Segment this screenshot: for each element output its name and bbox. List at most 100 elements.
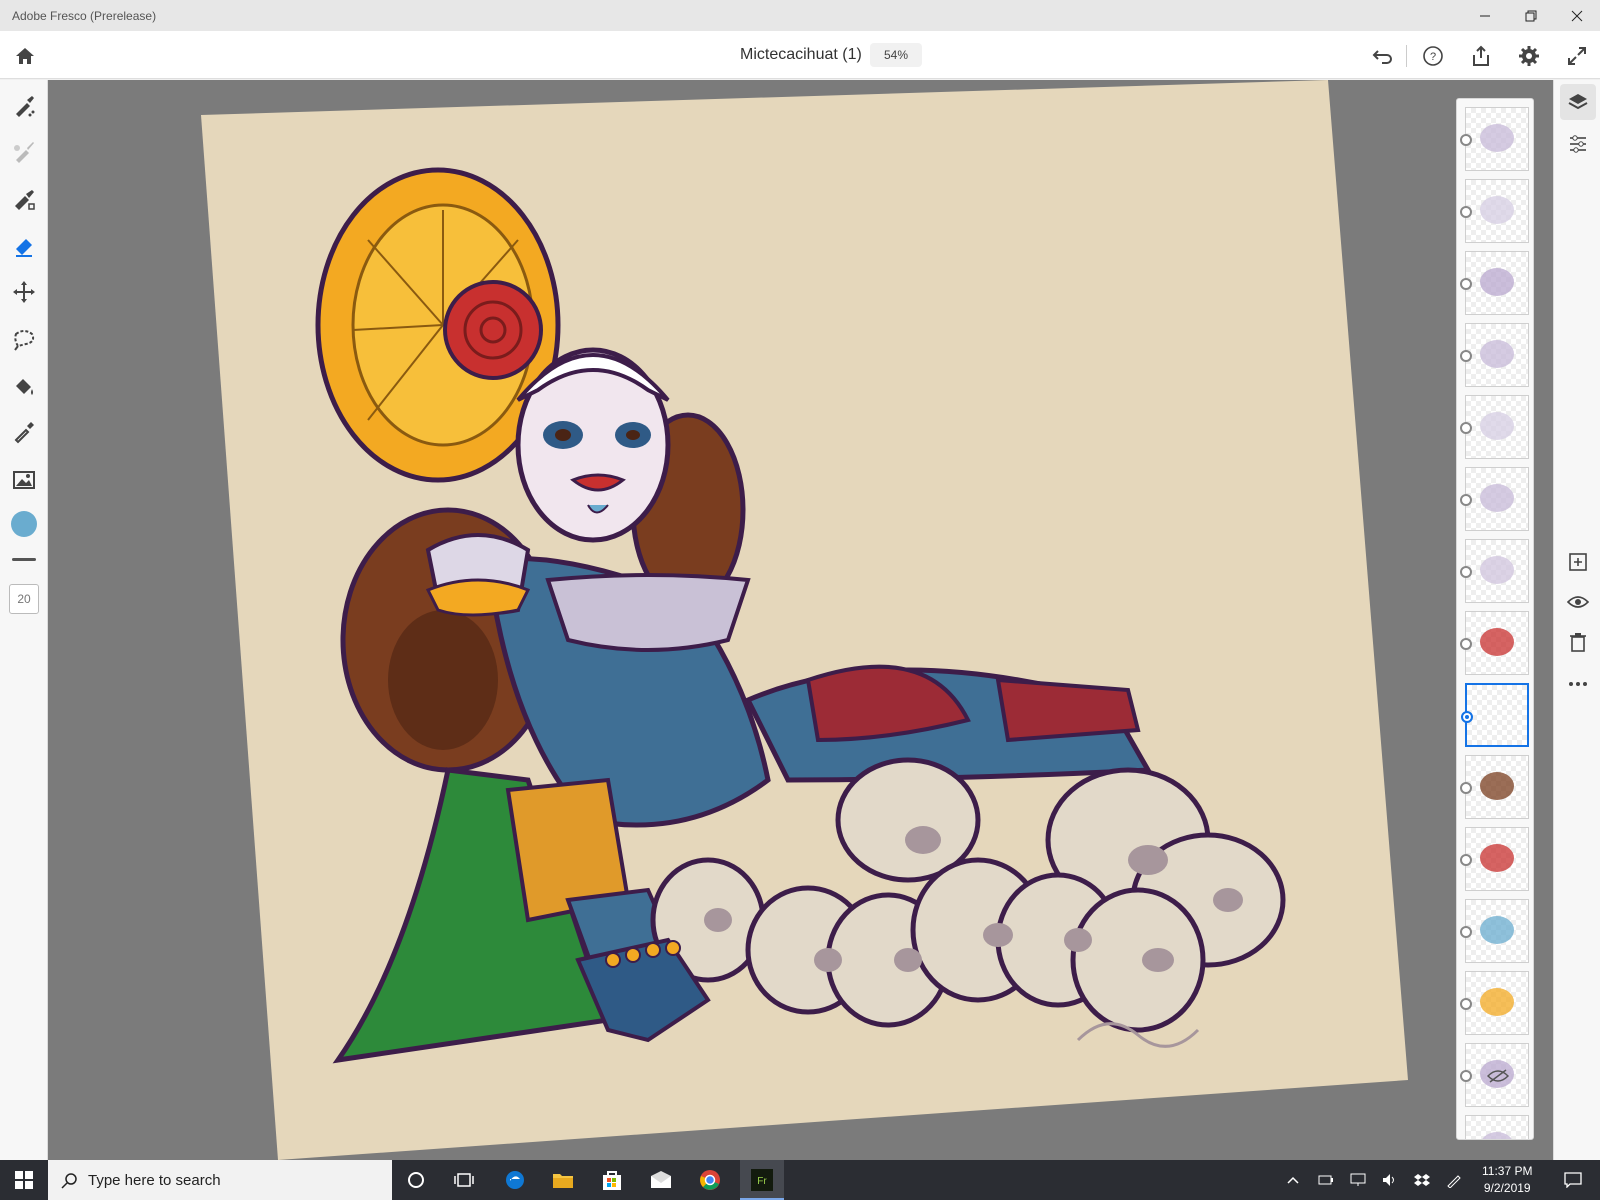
help-icon[interactable]: ? bbox=[1420, 43, 1446, 69]
rose bbox=[443, 280, 543, 380]
layers-icon[interactable] bbox=[1560, 84, 1596, 120]
clock-time: 11:37 PM bbox=[1482, 1164, 1533, 1178]
layer-thumbnail[interactable] bbox=[1460, 107, 1529, 171]
brush-size-field[interactable]: 20 bbox=[9, 584, 39, 614]
vector-brush-icon[interactable] bbox=[8, 184, 40, 216]
layer-thumbnail[interactable] bbox=[1460, 539, 1529, 603]
search-icon bbox=[61, 1173, 77, 1189]
canvas-workspace[interactable] bbox=[48, 80, 1553, 1160]
store-icon[interactable] bbox=[600, 1168, 624, 1192]
color-swatch[interactable] bbox=[8, 508, 40, 540]
layer-select-radio[interactable] bbox=[1460, 782, 1472, 794]
layer-select-radio[interactable] bbox=[1460, 566, 1472, 578]
layer-select-radio[interactable] bbox=[1461, 711, 1473, 723]
share-icon[interactable] bbox=[1468, 43, 1494, 69]
dropbox-icon[interactable] bbox=[1414, 1168, 1430, 1192]
layer-preview bbox=[1480, 1132, 1514, 1139]
volume-icon[interactable] bbox=[1382, 1168, 1398, 1192]
fill-icon[interactable] bbox=[8, 370, 40, 402]
layer-thumbnail[interactable] bbox=[1460, 395, 1529, 459]
layer-preview bbox=[1480, 916, 1514, 944]
document-title: Mictecacihuat (1) bbox=[740, 46, 862, 63]
selection-icon[interactable] bbox=[8, 324, 40, 356]
fresco-taskbar-item[interactable]: Fr bbox=[740, 1160, 784, 1200]
network-icon[interactable] bbox=[1350, 1168, 1366, 1192]
layer-select-radio[interactable] bbox=[1460, 638, 1472, 650]
layer-thumbnail[interactable] bbox=[1465, 1115, 1529, 1139]
pen-icon[interactable] bbox=[1446, 1168, 1462, 1192]
size-slider-handle[interactable] bbox=[12, 558, 36, 561]
head bbox=[515, 347, 671, 543]
properties-icon[interactable] bbox=[1560, 126, 1596, 162]
layer-select-radio[interactable] bbox=[1460, 350, 1472, 362]
more-icon[interactable] bbox=[1564, 670, 1592, 698]
search-placeholder: Type here to search bbox=[88, 1171, 221, 1189]
layer-preview bbox=[1480, 988, 1514, 1016]
edge-icon[interactable] bbox=[503, 1168, 527, 1192]
layer-thumbnail[interactable] bbox=[1460, 323, 1529, 387]
taskbar: Type here to search Fr 11:37 PM 9/2/2019 bbox=[0, 1160, 1600, 1200]
delete-layer-icon[interactable] bbox=[1564, 628, 1592, 656]
maximize-icon[interactable] bbox=[1508, 0, 1554, 31]
cortana-icon[interactable] bbox=[404, 1168, 428, 1192]
layer-thumbnail[interactable] bbox=[1460, 179, 1529, 243]
battery-icon[interactable] bbox=[1318, 1168, 1334, 1192]
right-panel bbox=[1553, 80, 1600, 1160]
layer-thumbnail[interactable] bbox=[1460, 467, 1529, 531]
chevron-up-icon[interactable] bbox=[1286, 1168, 1300, 1192]
layer-select-radio[interactable] bbox=[1460, 422, 1472, 434]
layer-thumbnail[interactable] bbox=[1460, 971, 1529, 1035]
clock[interactable]: 11:37 PM 9/2/2019 bbox=[1482, 1163, 1532, 1197]
window-title: Adobe Fresco (Prerelease) bbox=[12, 9, 157, 23]
close-icon[interactable] bbox=[1554, 0, 1600, 31]
layer-select-radio[interactable] bbox=[1460, 278, 1472, 290]
artwork-canvas[interactable] bbox=[48, 80, 1553, 1160]
chrome-icon[interactable] bbox=[698, 1168, 722, 1192]
windows-start-icon[interactable] bbox=[12, 1168, 36, 1192]
layer-select-radio[interactable] bbox=[1460, 494, 1472, 506]
layer-select-radio[interactable] bbox=[1460, 1070, 1472, 1082]
fullscreen-icon[interactable] bbox=[1564, 43, 1590, 69]
svg-text:Fr: Fr bbox=[757, 1176, 767, 1187]
app-bar: Mictecacihuat (1) 54% ? bbox=[0, 31, 1600, 79]
layer-preview bbox=[1480, 556, 1514, 584]
minimize-icon[interactable] bbox=[1462, 0, 1508, 31]
zoom-level[interactable]: 54% bbox=[870, 43, 922, 67]
layer-thumbnail[interactable] bbox=[1460, 755, 1529, 819]
add-layer-icon[interactable] bbox=[1564, 548, 1592, 576]
image-icon[interactable] bbox=[8, 464, 40, 496]
hidden-eye-icon bbox=[1487, 1069, 1509, 1083]
layer-thumbnail[interactable] bbox=[1460, 611, 1529, 675]
layer-select-radio[interactable] bbox=[1460, 854, 1472, 866]
clock-date: 9/2/2019 bbox=[1483, 1181, 1531, 1195]
live-brush-icon[interactable] bbox=[8, 136, 40, 168]
task-view-icon[interactable] bbox=[452, 1168, 476, 1192]
eyedropper-icon[interactable] bbox=[8, 416, 40, 448]
layer-thumbnail[interactable] bbox=[1460, 899, 1529, 963]
layer-select-radio[interactable] bbox=[1460, 998, 1472, 1010]
layer-preview bbox=[1480, 340, 1514, 368]
svg-text:?: ? bbox=[1430, 51, 1436, 63]
home-icon[interactable] bbox=[12, 43, 38, 69]
eraser-icon[interactable] bbox=[8, 230, 40, 262]
layer-preview bbox=[1480, 484, 1514, 512]
layer-thumbnail[interactable] bbox=[1460, 827, 1529, 891]
layer-thumbnail[interactable] bbox=[1460, 251, 1529, 315]
visibility-icon[interactable] bbox=[1564, 588, 1592, 616]
transform-icon[interactable] bbox=[8, 276, 40, 308]
layer-preview bbox=[1480, 124, 1514, 152]
layer-select-radio[interactable] bbox=[1460, 206, 1472, 218]
taskbar-search[interactable]: Type here to search bbox=[48, 1160, 392, 1200]
mail-icon[interactable] bbox=[649, 1168, 673, 1192]
layer-select-radio[interactable] bbox=[1460, 134, 1472, 146]
settings-icon[interactable] bbox=[1516, 43, 1542, 69]
undo-icon[interactable] bbox=[1370, 43, 1396, 69]
tool-bar: 20 bbox=[0, 80, 48, 1160]
file-explorer-icon[interactable] bbox=[551, 1168, 575, 1192]
layer-thumbnail[interactable] bbox=[1460, 1043, 1529, 1107]
layer-select-radio[interactable] bbox=[1460, 926, 1472, 938]
pixel-brush-icon[interactable] bbox=[8, 90, 40, 122]
layer-thumbnail[interactable] bbox=[1461, 683, 1529, 747]
fresco-app-icon: Fr bbox=[751, 1169, 773, 1191]
notifications-icon[interactable] bbox=[1564, 1168, 1582, 1192]
